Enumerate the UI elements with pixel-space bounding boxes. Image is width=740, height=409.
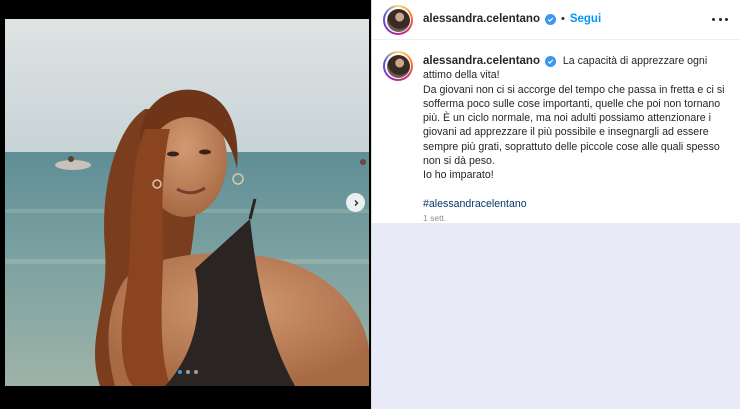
post-sidebar: alessandra.celentano • Segui alessandra.… [371, 0, 740, 409]
verified-badge-icon [544, 13, 556, 25]
caption-line-2: Da giovani non ci si accorge del tempo c… [423, 83, 725, 168]
caption-username[interactable]: alessandra.celentano [423, 55, 540, 67]
post-timestamp[interactable]: 1 sett. [423, 213, 446, 223]
carousel-dot [186, 370, 190, 374]
carousel-dot [194, 370, 198, 374]
avatar-image [386, 8, 410, 32]
comments-panel [372, 223, 740, 409]
caption-area: alessandra.celentano La capacità di appr… [372, 41, 740, 223]
follow-button[interactable]: Segui [570, 13, 601, 25]
chevron-right-icon [352, 194, 360, 212]
carousel-next-button[interactable] [346, 193, 365, 212]
post-caption: alessandra.celentano La capacità di appr… [423, 54, 733, 211]
header-username[interactable]: alessandra.celentano [423, 13, 540, 25]
carousel-indicator [178, 370, 198, 374]
more-options-icon[interactable] [712, 13, 728, 25]
separator-dot: • [560, 13, 565, 25]
beach-portrait-image [5, 19, 369, 386]
verified-badge-icon [544, 56, 556, 67]
post-photo[interactable] [5, 19, 369, 386]
caption-avatar[interactable] [383, 51, 413, 81]
avatar-image [386, 54, 410, 78]
post-header: alessandra.celentano • Segui [372, 0, 740, 40]
hashtag-link[interactable]: #alessandracelentano [423, 198, 527, 210]
avatar[interactable] [383, 5, 413, 35]
caption-line-3: Io ho imparato! [423, 169, 494, 182]
carousel-dot-active [178, 370, 182, 374]
post-media-panel [0, 0, 371, 409]
